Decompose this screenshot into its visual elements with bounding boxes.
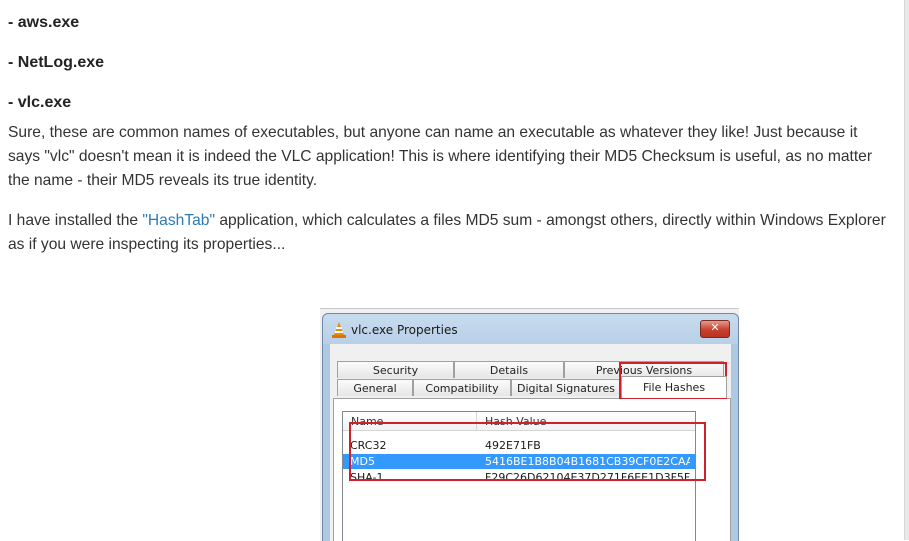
tab-details[interactable]: Details (454, 361, 564, 378)
tab-compatibility[interactable]: Compatibility (413, 379, 511, 396)
close-button[interactable]: ✕ (700, 320, 730, 338)
tab-file-hashes[interactable]: File Hashes (621, 376, 727, 398)
page-scrollbar[interactable] (904, 0, 909, 540)
exe-item-netlog: - NetLog.exe (8, 54, 105, 71)
properties-screenshot: vlc.exe Properties ✕ Security Details Pr… (320, 308, 739, 541)
vlc-cone-icon (332, 322, 346, 338)
paragraph-md5-explanation: Sure, these are common names of executab… (8, 124, 873, 189)
exe-item-vlc: - vlc.exe (8, 94, 72, 111)
exe-item-aws: - aws.exe (8, 14, 80, 31)
paragraph-hashtab-before: I have installed the (8, 212, 143, 229)
dialog-title: vlc.exe Properties (351, 323, 458, 337)
tab-digital-signatures[interactable]: Digital Signatures (511, 379, 621, 396)
tab-security[interactable]: Security (337, 361, 454, 378)
highlight-box-hash-rows (349, 422, 706, 481)
tab-general[interactable]: General (337, 379, 413, 396)
dialog-titlebar[interactable]: vlc.exe Properties ✕ (323, 314, 738, 344)
hashtab-link[interactable]: "HashTab" (142, 212, 215, 229)
paragraph-hashtab: I have installed the "HashTab" applicati… (8, 209, 888, 257)
close-icon: ✕ (710, 322, 720, 334)
